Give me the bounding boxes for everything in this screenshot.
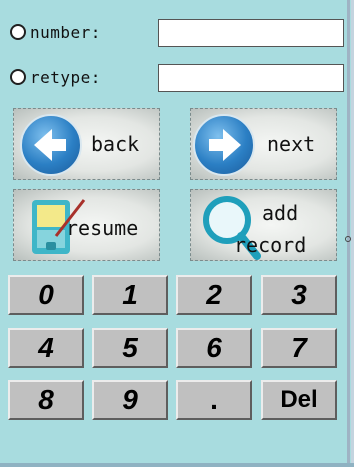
back-button[interactable]: back (13, 108, 160, 180)
add-record-button[interactable]: add record (190, 189, 337, 261)
side-marker (345, 236, 351, 242)
next-button[interactable]: next (190, 108, 337, 180)
number-radio[interactable] (10, 24, 26, 40)
back-label: back (91, 132, 140, 156)
key-8[interactable]: 8 (8, 380, 84, 420)
number-row: number: (10, 17, 101, 47)
window-bottom-edge (0, 463, 354, 467)
back-arrow-icon (20, 114, 82, 176)
key-7[interactable]: 7 (261, 328, 337, 368)
key-0[interactable]: 0 (8, 275, 84, 315)
key-4[interactable]: 4 (8, 328, 84, 368)
key-dot[interactable]: . (176, 380, 252, 420)
key-delete[interactable]: Del (261, 380, 337, 420)
retype-input[interactable] (158, 64, 344, 92)
key-2[interactable]: 2 (176, 275, 252, 315)
add-record-label-line2: record (234, 233, 307, 257)
key-5[interactable]: 5 (92, 328, 168, 368)
next-label: next (267, 132, 316, 156)
next-arrow-icon (193, 114, 255, 176)
resume-button[interactable]: resume (13, 189, 160, 261)
retype-radio[interactable] (10, 69, 26, 85)
key-6[interactable]: 6 (176, 328, 252, 368)
retype-label: retype: (30, 67, 101, 87)
retype-row: retype: (10, 62, 101, 92)
number-label: number: (30, 22, 101, 42)
key-3[interactable]: 3 (261, 275, 337, 315)
resume-label: resume (66, 216, 139, 240)
key-9[interactable]: 9 (92, 380, 168, 420)
add-record-label-line1: add (262, 201, 299, 225)
key-1[interactable]: 1 (92, 275, 168, 315)
number-input[interactable] (158, 19, 344, 47)
